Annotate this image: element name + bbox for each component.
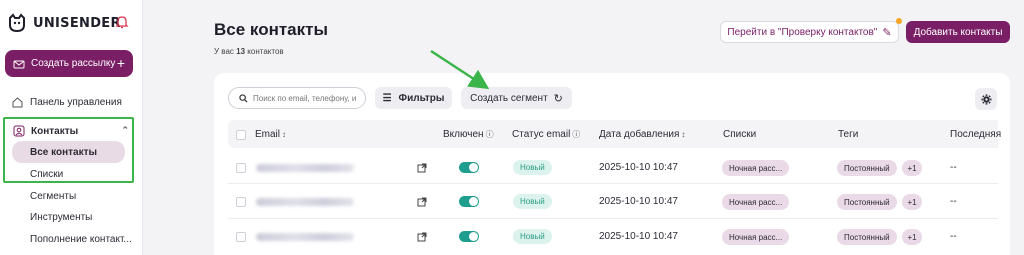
external-link-icon[interactable]: [417, 197, 427, 207]
date-added: 2025-10-10 10:47: [599, 231, 678, 242]
email-redacted: [256, 198, 354, 206]
sidebar-sub-tools[interactable]: Инструменты: [30, 212, 92, 223]
check-contacts-label: Перейти в "Проверку контактов": [727, 26, 878, 38]
logo[interactable]: UNISENDER: [7, 13, 121, 33]
sidebar-item-contacts[interactable]: Контакты ⌃: [13, 125, 131, 137]
status-badge: Новый: [513, 194, 552, 209]
filters-label: Фильтры: [398, 92, 445, 104]
last-activity: --: [950, 196, 957, 207]
create-segment-label: Создать сегмент: [470, 92, 548, 104]
check-contacts-button[interactable]: Перейти в "Проверку контактов" ✎: [720, 21, 899, 43]
row-divider: [228, 218, 998, 219]
magic-wand-icon: ✎: [882, 26, 892, 39]
column-last: Последняя: [950, 129, 1002, 140]
table-settings-button[interactable]: [975, 88, 997, 110]
create-campaign-label: Создать рассылку: [31, 58, 116, 69]
sidebar-sub-import[interactable]: Пополнение контакт...: [30, 234, 132, 245]
external-link-icon[interactable]: [417, 163, 427, 173]
row-checkbox[interactable]: [236, 163, 246, 173]
chevron-up-icon[interactable]: ⌃: [121, 125, 129, 136]
create-campaign-button[interactable]: Создать рассылку +: [5, 50, 133, 77]
sidebar-sub-lists[interactable]: Списки: [30, 169, 63, 180]
column-date[interactable]: Дата добавления ↕: [599, 129, 685, 140]
subtitle-suffix: контактов: [247, 47, 284, 56]
subtitle-prefix: У вас: [214, 47, 234, 56]
tag-pill[interactable]: Постоянный: [837, 229, 897, 245]
home-icon: [12, 97, 23, 108]
date-added: 2025-10-10 10:47: [599, 196, 678, 207]
sidebar-sub-all-contacts[interactable]: Все контакты: [12, 141, 125, 163]
sort-icon: ↕: [282, 130, 287, 139]
last-activity: --: [950, 162, 957, 173]
select-all-checkbox[interactable]: [236, 130, 246, 140]
logo-text: UNISENDER: [33, 15, 121, 31]
plus-icon: +: [116, 55, 125, 71]
column-tags: Теги: [838, 129, 859, 140]
last-activity: --: [950, 231, 957, 242]
list-pill[interactable]: Ночная расс...: [722, 160, 790, 176]
filter-icon: ☰: [382, 92, 392, 104]
contacts-count: 13: [236, 47, 246, 56]
column-enabled: Включен ⓘ: [443, 129, 494, 140]
tag-pill[interactable]: Постоянный: [837, 194, 897, 210]
email-redacted: [256, 233, 354, 241]
tag-more-pill[interactable]: +1: [902, 160, 922, 176]
notification-dot: [896, 18, 902, 24]
enabled-toggle[interactable]: [459, 162, 479, 173]
email-redacted: [256, 164, 354, 172]
column-label: Включен: [443, 129, 484, 140]
dog-logo-icon: [9, 13, 25, 33]
list-pill[interactable]: Ночная расс...: [722, 229, 790, 245]
search-input[interactable]: Поиск по email, телефону, и: [228, 87, 366, 109]
sidebar-item-dashboard[interactable]: Панель управления: [11, 96, 122, 109]
row-checkbox[interactable]: [236, 232, 246, 242]
search-icon: [239, 93, 248, 103]
user-icon: [13, 125, 25, 137]
add-contacts-button[interactable]: Добавить контакты: [906, 21, 1010, 43]
enabled-toggle[interactable]: [459, 196, 479, 207]
sidebar: UNISENDER Создать рассылку + Панель упра…: [0, 0, 143, 255]
status-badge: Новый: [513, 160, 552, 175]
row-checkbox[interactable]: [236, 197, 246, 207]
date-added: 2025-10-10 10:47: [599, 162, 678, 173]
column-label: Email: [255, 129, 281, 140]
tag-more-pill[interactable]: +1: [902, 194, 922, 210]
annotation-arrow: [430, 49, 490, 90]
tag-pill[interactable]: Постоянный: [837, 160, 897, 176]
refresh-icon: ↻: [553, 92, 563, 105]
column-email[interactable]: Email ↕: [255, 129, 286, 140]
external-link-icon[interactable]: [417, 232, 427, 242]
tag-more-pill[interactable]: +1: [902, 229, 922, 245]
info-icon[interactable]: ⓘ: [572, 130, 580, 139]
column-label: Дата добавления: [599, 129, 680, 140]
row-divider: [228, 183, 998, 184]
status-badge: Новый: [513, 229, 552, 244]
column-label: Статус email: [512, 129, 571, 140]
sidebar-item-label: Контакты: [31, 125, 79, 137]
column-lists: Списки: [723, 129, 757, 140]
enabled-toggle[interactable]: [459, 231, 479, 242]
gear-icon: [980, 93, 992, 105]
list-pill[interactable]: Ночная расс...: [722, 194, 790, 210]
sidebar-item-label: Панель управления: [30, 97, 122, 108]
search-placeholder: Поиск по email, телефону, и: [253, 93, 357, 103]
info-icon[interactable]: ⓘ: [486, 130, 494, 139]
envelope-icon: [13, 60, 25, 68]
column-status: Статус email ⓘ: [512, 129, 580, 140]
page-title: Все контакты: [214, 20, 328, 39]
sidebar-sub-segments[interactable]: Сегменты: [30, 191, 76, 202]
sort-icon: ↕: [681, 130, 686, 139]
bell-icon[interactable]: [114, 14, 130, 30]
contacts-count-text: У вас 13 контактов: [214, 47, 284, 56]
